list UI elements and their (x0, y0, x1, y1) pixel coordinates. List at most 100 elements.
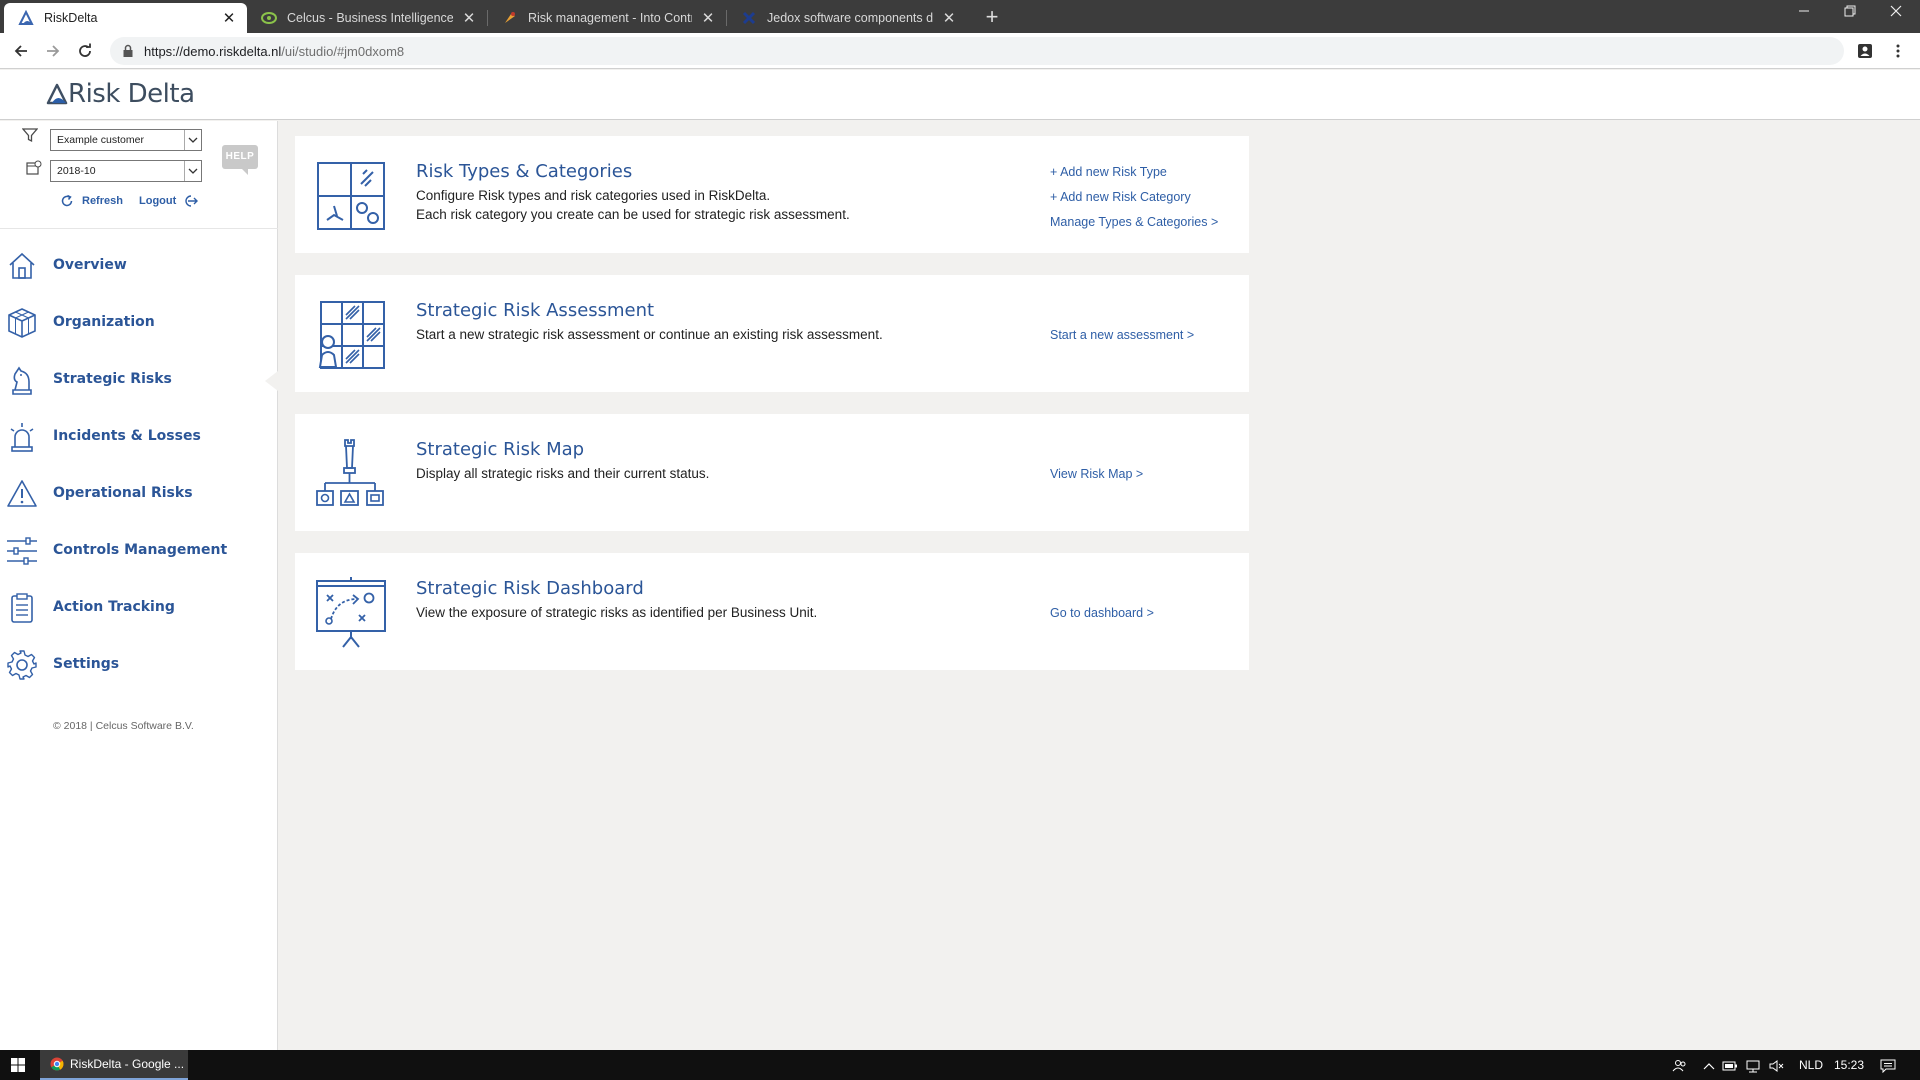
card-strategic-risk-assessment: Strategic Risk Assessment Start a new st… (295, 275, 1249, 392)
card-description: Configure Risk types and risk categories… (416, 186, 976, 224)
sidebar-item-label: Action Tracking (53, 599, 175, 615)
sidebar-item-action-tracking[interactable]: Action Tracking (0, 585, 278, 629)
notifications-icon[interactable] (1880, 1050, 1896, 1080)
browser-toolbar: https://demo.riskdelta.nl/ui/studio/#jm0… (0, 33, 1920, 69)
network-icon[interactable] (1745, 1050, 1761, 1080)
sidebar-item-controls-management[interactable]: Controls Management (0, 528, 278, 572)
url-host: https://demo.riskdelta.nl (144, 44, 282, 59)
sidebar-item-operational-risks[interactable]: Operational Risks (0, 471, 278, 515)
tab-title: Celcus - Business Intelligence en (287, 11, 453, 25)
logo-text: Risk Delta (68, 79, 195, 109)
browser-menu-button[interactable] (1886, 39, 1910, 63)
customer-select[interactable]: Example customer (50, 129, 202, 151)
chess-knight-icon (4, 363, 40, 397)
sidebar-item-label: Incidents & Losses (53, 428, 201, 444)
start-button[interactable] (0, 1050, 36, 1080)
windows-logo-icon (11, 1058, 25, 1072)
volume-muted-icon[interactable] (1768, 1050, 1784, 1080)
card-description-line: Start a new strategic risk assessment or… (416, 327, 883, 342)
sidebar-item-strategic-risks[interactable]: Strategic Risks (0, 357, 278, 401)
logout-button[interactable]: Logout (139, 190, 199, 212)
browser-tab-riskdelta[interactable]: RiskDelta ✕ (4, 3, 247, 33)
forward-button[interactable] (41, 39, 65, 63)
close-tab-icon[interactable]: ✕ (221, 9, 237, 27)
home-icon (4, 249, 40, 283)
url-text: https://demo.riskdelta.nl/ui/studio/#jm0… (144, 44, 404, 59)
sidebar-item-organization[interactable]: Organization (0, 300, 278, 344)
chevron-down-icon (184, 161, 201, 181)
system-clock[interactable]: 15:23 (1834, 1050, 1864, 1080)
start-new-assessment-link[interactable]: Start a new assessment > (1050, 323, 1194, 348)
card-links: Start a new assessment > (1050, 323, 1194, 348)
arrow-right-icon (47, 45, 60, 57)
chevron-up-icon[interactable] (1703, 1050, 1715, 1080)
sidebar-item-settings[interactable]: Settings (0, 642, 278, 686)
help-button[interactable]: HELP (222, 145, 258, 175)
logout-icon (185, 195, 199, 207)
sidebar-item-label: Settings (53, 656, 120, 672)
card-title: Strategic Risk Dashboard (416, 578, 644, 599)
refresh-button[interactable]: Refresh (60, 190, 123, 212)
clipboard-icon (4, 591, 40, 625)
sliders-icon (4, 534, 40, 568)
close-tab-icon[interactable]: ✕ (941, 9, 957, 27)
close-window-button[interactable] (1873, 0, 1919, 28)
card-description-line: View the exposure of strategic risks as … (416, 605, 818, 620)
battery-icon[interactable] (1722, 1050, 1738, 1080)
browser-tab-jedox[interactable]: Jedox software components drive ✕ (727, 3, 967, 33)
card-links: + Add new Risk Type + Add new Risk Categ… (1050, 160, 1218, 235)
lock-icon (122, 44, 134, 63)
add-risk-category-link[interactable]: + Add new Risk Category (1050, 185, 1218, 210)
profile-icon (1858, 44, 1872, 58)
go-to-dashboard-link[interactable]: Go to dashboard > (1050, 601, 1154, 626)
copyright-text: © 2018 | Celcus Software B.V. (53, 720, 194, 732)
close-tab-icon[interactable]: ✕ (461, 9, 477, 27)
language-indicator[interactable]: NLD (1799, 1050, 1823, 1080)
riskdelta-logo[interactable]: Risk Delta (46, 79, 195, 109)
manage-types-categories-link[interactable]: Manage Types & Categories > (1050, 210, 1218, 235)
taskbar-chrome-app[interactable]: RiskDelta - Google ... (40, 1050, 188, 1080)
address-bar[interactable]: https://demo.riskdelta.nl/ui/studio/#jm0… (110, 37, 1844, 65)
sidebar: Example customer 2018-10 HELP Refresh Lo… (0, 121, 278, 1050)
card-title: Strategic Risk Map (416, 439, 585, 460)
back-button[interactable] (9, 39, 33, 63)
card-strategic-risk-map: Strategic Risk Map Display all strategic… (295, 414, 1249, 531)
filter-icon (22, 127, 38, 143)
assessment-grid-icon (318, 301, 385, 369)
profile-button[interactable] (1853, 39, 1877, 63)
into-control-icon (502, 10, 518, 26)
sidebar-item-label: Operational Risks (53, 485, 193, 501)
card-description-line: Configure Risk types and risk categories… (416, 188, 771, 203)
period-select[interactable]: 2018-10 (50, 160, 202, 182)
reload-button[interactable] (73, 39, 97, 63)
browser-tab-into-control[interactable]: Risk management - Into Control ✕ (488, 3, 726, 33)
active-nav-indicator (265, 371, 278, 391)
sidebar-item-label: Organization (53, 314, 155, 330)
restore-window-button[interactable] (1827, 0, 1873, 28)
minimize-window-button[interactable] (1781, 0, 1827, 28)
calendar-icon (26, 160, 42, 176)
people-icon[interactable] (1672, 1050, 1688, 1080)
refresh-icon (61, 194, 73, 207)
close-tab-icon[interactable]: ✕ (700, 9, 716, 27)
windows-taskbar: RiskDelta - Google ... NLD 15:23 (0, 1050, 1920, 1080)
tab-title: Risk management - Into Control (528, 11, 692, 25)
card-title: Strategic Risk Assessment (416, 300, 655, 321)
browser-tab-celcus[interactable]: Celcus - Business Intelligence en ✕ (247, 3, 487, 33)
alarm-light-icon (4, 420, 40, 454)
sidebar-item-incidents-losses[interactable]: Incidents & Losses (0, 414, 278, 458)
card-risk-types-categories: Risk Types & Categories Configure Risk t… (295, 136, 1249, 253)
chevron-down-icon (184, 130, 201, 150)
logout-label: Logout (139, 195, 177, 207)
new-tab-button[interactable]: + (978, 3, 1006, 31)
chrome-icon (50, 1057, 64, 1071)
refresh-label: Refresh (82, 195, 123, 207)
sidebar-item-overview[interactable]: Overview (0, 243, 278, 287)
add-risk-type-link[interactable]: + Add new Risk Type (1050, 160, 1218, 185)
reload-icon (79, 43, 91, 57)
view-risk-map-link[interactable]: View Risk Map > (1050, 462, 1143, 487)
sidebar-item-label: Strategic Risks (53, 371, 172, 387)
card-links: Go to dashboard > (1050, 601, 1154, 626)
tab-title: RiskDelta (44, 11, 98, 25)
gear-icon (4, 648, 40, 682)
